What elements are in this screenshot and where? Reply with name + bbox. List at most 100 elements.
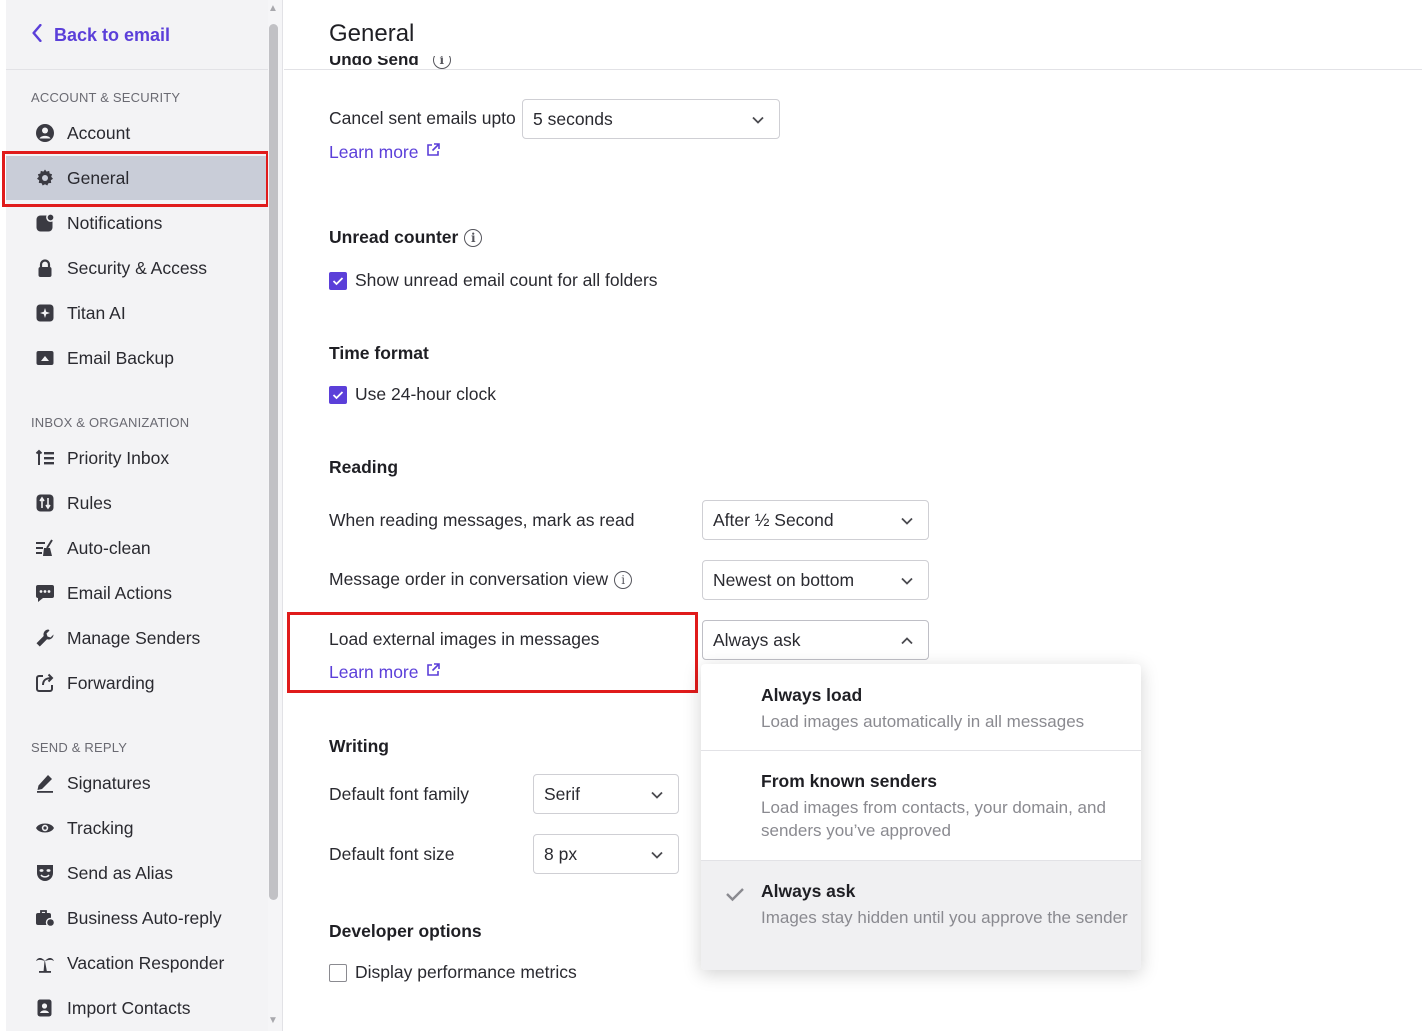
font-family-select[interactable]: Serif	[533, 774, 679, 814]
sidebar-item-send-as-alias[interactable]: Send as Alias	[6, 851, 268, 895]
contacts-icon	[35, 998, 55, 1018]
forward-icon	[35, 673, 55, 693]
message-order-select[interactable]: Newest on bottom	[702, 560, 929, 600]
mark-read-select[interactable]: After ½ Second	[702, 500, 929, 540]
mark-read-value: After ½ Second	[713, 509, 834, 530]
external-images-learn-more-link[interactable]: Learn more	[329, 662, 441, 683]
user-circle-icon	[35, 123, 55, 143]
sidebar-item-manage-senders[interactable]: Manage Senders	[6, 616, 268, 660]
sidebar-item-rules[interactable]: Rules	[6, 481, 268, 525]
scroll-down-arrow-icon[interactable]: ▼	[267, 1016, 279, 1026]
performance-metrics-checkbox-row[interactable]: Display performance metrics	[329, 962, 577, 983]
undo-send-select[interactable]: 5 seconds	[522, 99, 780, 139]
menu-option-always-load[interactable]: Always load Load images automatically in…	[701, 664, 1141, 750]
info-icon[interactable]: i	[464, 229, 483, 248]
sidebar-item-vacation-responder[interactable]: Vacation Responder	[6, 941, 268, 985]
menu-option-title: From known senders	[761, 771, 938, 791]
sidebar-item-auto-clean[interactable]: Auto-clean	[6, 526, 268, 570]
sidebar-item-label: Rules	[67, 492, 112, 513]
checkbox-checked-icon[interactable]	[329, 385, 347, 404]
sidebar-item-business-auto-reply[interactable]: Business Auto-reply	[6, 896, 268, 940]
time-format-heading: Time format	[329, 343, 429, 363]
backup-icon	[35, 348, 55, 368]
sidebar-item-label: General	[67, 167, 130, 188]
time-format-checkbox-row[interactable]: Use 24-hour clock	[329, 384, 496, 405]
sidebar-item-notifications[interactable]: Notifications	[6, 201, 268, 245]
palm-tree-icon	[35, 953, 55, 973]
info-icon[interactable]: i	[432, 56, 451, 69]
menu-option-description: Load images automatically in all message…	[761, 712, 1085, 731]
checkmark-icon	[725, 886, 745, 902]
menu-option-title: Always ask	[761, 881, 856, 901]
notification-icon	[35, 213, 55, 233]
sidebar-item-forwarding[interactable]: Forwarding	[6, 661, 268, 705]
eye-icon	[35, 818, 55, 838]
message-order-label-row: Message order in conversation view i	[329, 569, 633, 590]
chevron-down-icon	[650, 784, 664, 805]
sidebar-item-email-actions[interactable]: Email Actions	[6, 571, 268, 615]
chat-actions-icon	[35, 583, 55, 603]
learn-more-label: Learn more	[329, 142, 419, 162]
writing-heading: Writing	[329, 736, 389, 756]
unread-counter-checkbox-row[interactable]: Show unread email count for all folders	[329, 270, 658, 291]
menu-option-always-ask[interactable]: Always ask Images stay hidden until you …	[701, 861, 1141, 970]
mark-read-label: When reading messages, mark as read	[329, 510, 635, 530]
developer-options-heading: Developer options	[329, 921, 482, 941]
menu-option-title: Always load	[761, 685, 863, 705]
sidebar-item-import-contacts[interactable]: Import Contacts	[6, 986, 268, 1030]
wrench-icon	[35, 628, 55, 648]
sidebar-item-label: Notifications	[67, 212, 163, 233]
sidebar-item-label: Auto-clean	[67, 537, 151, 558]
menu-option-description: Images stay hidden until you approve the…	[761, 908, 1128, 927]
unread-counter-checkbox-label: Show unread email count for all folders	[355, 270, 658, 290]
checkbox-unchecked-icon[interactable]	[329, 963, 347, 982]
external-link-icon	[425, 662, 441, 683]
undo-send-value: 5 seconds	[533, 108, 613, 129]
checkbox-checked-icon[interactable]	[329, 271, 347, 290]
font-size-select[interactable]: 8 px	[533, 834, 679, 874]
font-family-value: Serif	[544, 783, 580, 804]
font-size-value: 8 px	[544, 843, 578, 864]
reading-heading: Reading	[329, 457, 399, 477]
sidebar-item-email-backup[interactable]: Email Backup	[6, 336, 268, 380]
broom-icon	[35, 538, 55, 558]
external-images-select[interactable]: Always ask	[702, 620, 929, 660]
learn-more-label: Learn more	[329, 662, 419, 682]
scroll-up-arrow-icon[interactable]: ▲	[267, 4, 279, 14]
sidebar-item-label: Titan AI	[67, 302, 126, 323]
sidebar-item-general[interactable]: General	[6, 156, 268, 200]
briefcase-reply-icon	[35, 908, 55, 928]
undo-send-heading-label: Undo Send	[329, 56, 419, 69]
chevron-left-icon	[30, 23, 44, 47]
external-images-dropdown-menu: Always load Load images automatically in…	[701, 664, 1141, 970]
sidebar-scrollbar-thumb[interactable]	[269, 24, 278, 900]
undo-send-learn-more-link[interactable]: Learn more	[329, 142, 441, 163]
sidebar-item-label: Business Auto-reply	[67, 907, 222, 928]
sidebar-item-signatures[interactable]: Signatures	[6, 761, 268, 805]
sidebar-item-label: Security & Access	[67, 257, 208, 278]
sidebar-item-priority-inbox[interactable]: Priority Inbox	[6, 436, 268, 480]
priority-list-icon	[35, 448, 55, 468]
sidebar-item-label: Account	[67, 122, 131, 143]
menu-option-from-known-senders[interactable]: From known senders Load images from cont…	[701, 751, 1141, 860]
time-format-checkbox-label: Use 24-hour clock	[355, 384, 497, 404]
undo-send-heading: Undo Send i	[329, 56, 451, 70]
section-title-send-reply: SEND & REPLY	[31, 740, 128, 755]
page-title: General	[329, 20, 415, 47]
sidebar-item-label: Import Contacts	[67, 997, 191, 1018]
sidebar-item-label: Manage Senders	[67, 627, 201, 648]
sidebar-item-label: Email Actions	[67, 582, 173, 603]
pen-icon	[35, 773, 55, 793]
sidebar-item-label: Vacation Responder	[67, 952, 225, 973]
sidebar-item-label: Signatures	[67, 772, 151, 793]
section-title-inbox-organization: INBOX & ORGANIZATION	[31, 415, 190, 430]
sidebar-item-security-access[interactable]: Security & Access	[6, 246, 268, 290]
info-icon[interactable]: i	[614, 571, 633, 590]
back-to-email-link[interactable]: Back to email	[30, 22, 170, 48]
back-to-email-label: Back to email	[54, 24, 171, 45]
sidebar-item-tracking[interactable]: Tracking	[6, 806, 268, 850]
sidebar-item-titan-ai[interactable]: Titan AI	[6, 291, 268, 335]
menu-option-description: Load images from contacts, your domain, …	[761, 798, 1106, 840]
sidebar-item-account[interactable]: Account	[6, 111, 268, 155]
message-order-value: Newest on bottom	[713, 569, 855, 590]
